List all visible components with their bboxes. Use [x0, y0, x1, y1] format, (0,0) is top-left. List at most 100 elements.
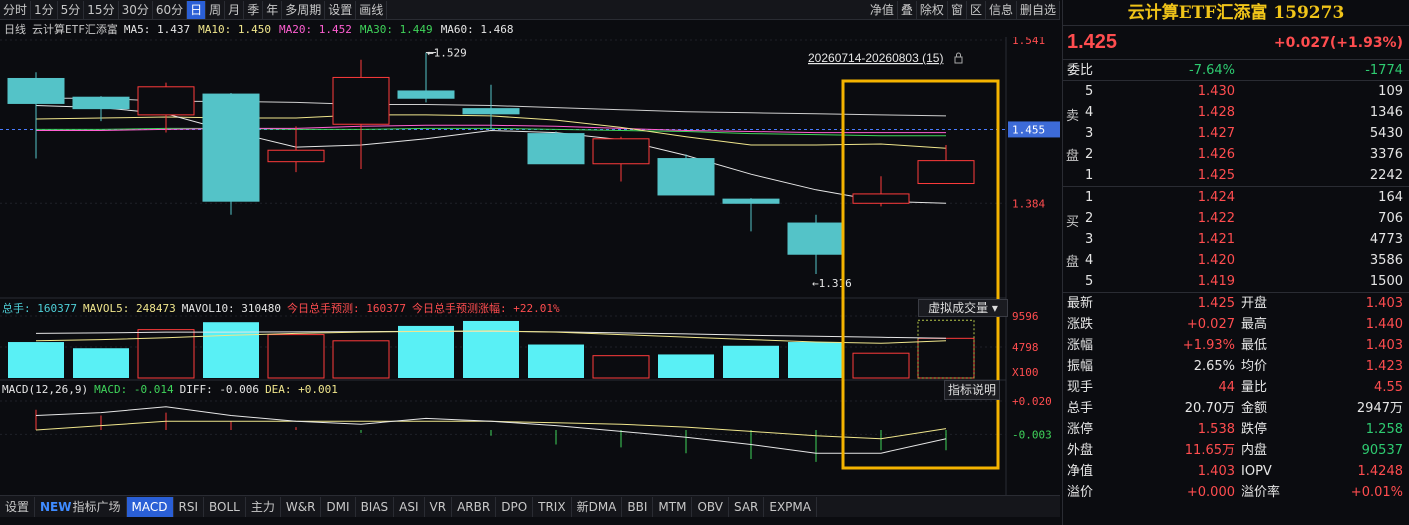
level-number: 1: [1085, 168, 1094, 183]
stat-label: 溢价: [1067, 485, 1094, 500]
weibi-pct: -7.64%: [1189, 63, 1235, 78]
indicator-tab[interactable]: ASI: [394, 496, 425, 517]
indicator-tab[interactable]: BBI: [622, 496, 654, 517]
level-price: 1.420: [1197, 253, 1235, 268]
indicator-tab[interactable]: 新DMA: [572, 496, 623, 517]
level-number: 3: [1085, 126, 1094, 141]
period-toolbar: 分时 1分 5分 15分 30分 60分日周月季年多周期 设置 画线 净值叠除权窗区信息 删自选: [0, 0, 1060, 20]
weibi-label: 委比: [1067, 63, 1094, 78]
weibi-row: 委比 -7.64% -1774: [1063, 60, 1409, 81]
period-button[interactable]: 60分: [153, 0, 188, 19]
indicator-tab[interactable]: TRIX: [533, 496, 572, 517]
indicator-value: MA10: 1.450: [198, 22, 271, 36]
period-button[interactable]: 15分: [84, 0, 119, 19]
level-price: 1.426: [1197, 147, 1235, 162]
indicator-plaza-label: 指标广场: [72, 499, 121, 514]
tab-indicator-plaza[interactable]: NEW指标广场: [35, 496, 127, 517]
toolbar-button[interactable]: 叠: [898, 0, 917, 19]
level-volume: 1500: [1369, 274, 1403, 289]
book-side-label: 卖: [1066, 109, 1080, 124]
macd-info-line: MACD(12,26,9) MACD: -0.014 DIFF: -0.006 DEA…: [0, 381, 338, 397]
security-title: 云计算ETF汇添富 159273: [1063, 0, 1409, 26]
candle-body-down: [462, 108, 520, 115]
order-level: 1 1.424 164: [1063, 187, 1409, 208]
high-annotation: ←1.529: [427, 46, 467, 59]
period-button[interactable]: 分时: [0, 0, 32, 19]
volume-bar-down: [788, 342, 844, 378]
volume-axis-label: 4798: [1012, 341, 1039, 354]
stats-row: 最新 1.425 开盘 1.403: [1063, 293, 1409, 314]
stat-value: 1.4248: [1357, 464, 1404, 479]
level-price: 1.425: [1197, 168, 1235, 183]
toolbar-right-buttons: 净值叠除权窗区信息 删自选: [867, 0, 1060, 19]
range-label: 20260714-20260803 (15): [808, 51, 943, 65]
indicator-tab[interactable]: MACD: [126, 496, 174, 517]
stat-label: 量比: [1241, 380, 1268, 395]
stat-value: 20.70万: [1184, 401, 1235, 416]
toolbar-button[interactable]: 删自选: [1017, 0, 1060, 19]
toolbar-button[interactable]: 除权: [917, 0, 948, 19]
low-annotation: ←1.316: [812, 277, 852, 290]
volume-bar-down: [73, 348, 129, 378]
stats-table: 最新 1.425 开盘 1.403 涨跌 +0.027 最高 1.440 涨幅 +1.93% 最低 1…: [1063, 293, 1409, 503]
candle-body-up: [917, 160, 975, 185]
level-number: 2: [1085, 211, 1094, 226]
stat-value: 1.440: [1365, 317, 1403, 332]
stat-label: 净值: [1067, 464, 1094, 479]
volume-bar-down: [723, 345, 779, 378]
period-button[interactable]: 1分: [31, 0, 58, 19]
candle-body-up: [137, 86, 195, 116]
indicator-help-button[interactable]: 指标说明: [944, 380, 1000, 400]
virtual-volume-button[interactable]: 虚拟成交量 ▾: [918, 299, 1008, 317]
stat-label: 最低: [1241, 338, 1268, 353]
candle-body-down: [527, 133, 585, 165]
toolbar-button[interactable]: 窗: [948, 0, 967, 19]
indicator-tab[interactable]: EXPMA: [764, 496, 817, 517]
level-volume: 164: [1378, 190, 1403, 205]
indicator-value: MA20: 1.452: [278, 22, 352, 36]
period-button[interactable]: 月: [225, 0, 245, 19]
candle-body-down: [202, 93, 260, 202]
stat-label: IOPV: [1241, 464, 1272, 479]
stats-row: 溢价 +0.000 溢价率 +0.01%: [1063, 482, 1409, 503]
ma-info-line: 日线 云计算ETF汇添富 MA5: 1.437 MA10: 1.450 MA20: …: [0, 21, 514, 37]
level-number: 3: [1085, 232, 1094, 247]
period-button[interactable]: 日: [187, 0, 207, 19]
period-button[interactable]: 年: [263, 0, 283, 19]
level-number: 1: [1085, 190, 1094, 205]
candle-body-down: [787, 222, 845, 255]
period-button[interactable]: 画线: [356, 0, 388, 19]
indicator-tab[interactable]: VR: [425, 496, 453, 517]
period-button[interactable]: 30分: [119, 0, 153, 19]
indicator-tab[interactable]: W&R: [281, 496, 322, 517]
toolbar-button[interactable]: 区: [967, 0, 986, 19]
macd-axis-label: -0.003: [1012, 428, 1052, 441]
indicator-tab[interactable]: DPO: [496, 496, 534, 517]
toolbar-button[interactable]: 净值: [867, 0, 898, 19]
indicator-tab[interactable]: OBV: [692, 496, 729, 517]
period-button[interactable]: 5分: [58, 0, 85, 19]
indicator-tab[interactable]: DMI: [321, 496, 356, 517]
indicator-tab[interactable]: SAR: [729, 496, 765, 517]
stat-label: 现手: [1067, 380, 1094, 395]
stats-row: 振幅 2.65% 均价 1.423: [1063, 356, 1409, 377]
indicator-tab[interactable]: RSI: [174, 496, 204, 517]
kline-chart[interactable]: 1.541 1.384 1.455 9596 4798 X100 +0.020 -0.003 ←…: [0, 37, 1060, 495]
indicator-tab[interactable]: 主力: [246, 496, 281, 517]
order-level: 2 1.426 3376: [1063, 144, 1409, 165]
indicator-value: MA60: 1.468: [440, 22, 514, 36]
indicator-tab[interactable]: ARBR: [452, 496, 497, 517]
indicator-tab[interactable]: BIAS: [356, 496, 395, 517]
toolbar-button[interactable]: 信息: [986, 0, 1017, 19]
book-side-label: 买: [1066, 215, 1080, 230]
stat-value: 1.423: [1365, 359, 1403, 374]
period-button[interactable]: 季: [244, 0, 264, 19]
indicator-tab[interactable]: BOLL: [204, 496, 246, 517]
indicator-tab[interactable]: MTM: [653, 496, 693, 517]
period-button[interactable]: 设置: [325, 0, 357, 19]
macd-axis-label: +0.020: [1012, 395, 1052, 408]
period-button[interactable]: 周: [206, 0, 226, 19]
stat-label: 溢价率: [1241, 485, 1281, 500]
period-button[interactable]: 多周期: [282, 0, 326, 19]
tab-settings[interactable]: 设置: [0, 496, 36, 517]
